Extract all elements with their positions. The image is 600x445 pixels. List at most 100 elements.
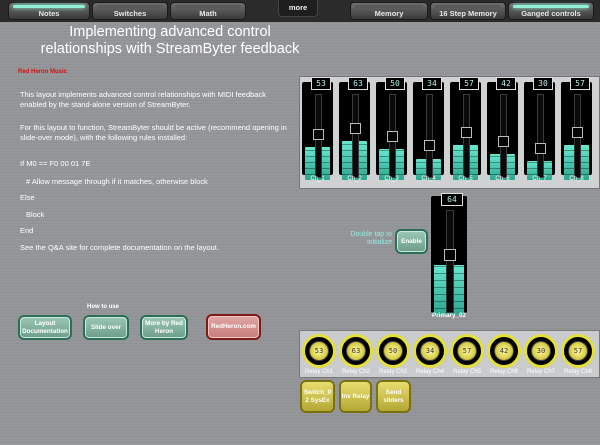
tab-led <box>435 5 501 8</box>
primary-fader[interactable]: 64 <box>431 193 467 318</box>
fader-slot <box>537 94 544 178</box>
more-tab[interactable]: more <box>278 0 318 17</box>
rule-line-else: Else <box>20 193 35 202</box>
fader-handle[interactable] <box>387 131 398 142</box>
button-label: More by Red Heron <box>145 320 183 335</box>
fader-label: Ch_7 <box>532 176 547 182</box>
fader-ch8[interactable]: 57 Ch_8 <box>561 77 592 183</box>
button-label: RedHeron.com <box>211 323 256 331</box>
fader-handle[interactable] <box>572 127 583 138</box>
knob-label: Relay Ch5 <box>452 369 481 375</box>
fader-handle[interactable] <box>461 127 472 138</box>
fader-value: 57 <box>570 77 590 90</box>
enable-button[interactable]: Enable <box>395 229 428 254</box>
knob-label: Relay Ch7 <box>526 369 555 375</box>
tab-notes[interactable]: Notes <box>8 2 90 20</box>
fader-label: Ch_8 <box>569 176 584 182</box>
knob-value: 63 <box>346 341 366 361</box>
fader-label: Ch_4 <box>421 176 436 182</box>
rule-line-block: Block <box>26 210 45 219</box>
more-by-red-heron-button[interactable]: More by Red Heron <box>140 315 188 340</box>
relay-knob-ch8[interactable]: 57 <box>561 334 595 368</box>
rule-line-end: End <box>20 226 34 235</box>
fader-value: 30 <box>533 77 553 90</box>
knob-value: 57 <box>457 341 477 361</box>
tab-label: Math <box>199 9 217 18</box>
fader-handle[interactable] <box>535 143 546 154</box>
button-label: Inv Relay <box>341 392 370 400</box>
fader-handle[interactable] <box>444 249 456 261</box>
fader-slot <box>426 94 433 178</box>
relay-knob-ch3[interactable]: 50 <box>376 334 410 368</box>
fader-value: 57 <box>459 77 479 90</box>
relay-knob-ch1[interactable]: 53 <box>302 334 336 368</box>
tab-label: 16 Step Memory <box>439 9 497 18</box>
fader-handle[interactable] <box>350 123 361 134</box>
fader-value: 64 <box>441 193 463 206</box>
double-tap-hint: Double tap to initialize <box>350 231 392 246</box>
fader-ch1[interactable]: 53 Ch_1 <box>302 77 333 183</box>
tab-led <box>175 5 241 8</box>
layout-documentation-button[interactable]: Layout Documentation <box>18 315 72 340</box>
knob-label: Relay Ch4 <box>415 369 444 375</box>
knob-value: 57 <box>568 341 588 361</box>
fader-label: Ch_2 <box>347 176 362 182</box>
knob-value: 42 <box>494 341 514 361</box>
fader-ch7[interactable]: 30 Ch_7 <box>524 77 555 183</box>
fader-value: 34 <box>422 77 442 90</box>
tab-led <box>13 5 85 8</box>
button-label: Enable <box>401 237 422 245</box>
brand-label: Red Heron Music <box>18 69 68 75</box>
tab-math[interactable]: Math <box>170 2 246 20</box>
button-label: Switch_0 2 SysEx <box>303 389 332 404</box>
tab-16-step-memory[interactable]: 16 Step Memory <box>430 2 506 20</box>
fader-label: Ch_1 <box>310 176 325 182</box>
relay-knob-ch5[interactable]: 57 <box>450 334 484 368</box>
knob-value: 50 <box>383 341 403 361</box>
fader-ch2[interactable]: 63 Ch_2 <box>339 77 370 183</box>
button-label: Send sliders <box>383 389 404 404</box>
fader-ch5[interactable]: 57 Ch_5 <box>450 77 481 183</box>
fader-ch3[interactable]: 50 Ch_3 <box>376 77 407 183</box>
tab-led <box>97 5 163 8</box>
fader-value: 42 <box>496 77 516 90</box>
documentation-note: See the Q&A site for complete documentat… <box>20 243 219 252</box>
knob-label: Relay Ch3 <box>378 369 407 375</box>
page-title: Implementing advanced control relationsh… <box>40 24 300 57</box>
relay-knob-ch6[interactable]: 42 <box>487 334 521 368</box>
knob-label: Relay Ch2 <box>341 369 370 375</box>
relay-knob-ch7[interactable]: 30 <box>524 334 558 368</box>
rule-line-if: If M0 == F0 00 01 7E <box>20 159 91 168</box>
tab-ganged-controls[interactable]: Ganged controls <box>508 2 594 20</box>
tab-label: Ganged controls <box>521 9 581 18</box>
fader-handle[interactable] <box>424 140 435 151</box>
fader-label: Ch_3 <box>384 176 399 182</box>
button-label: Layout Documentation <box>22 320 68 335</box>
tab-memory[interactable]: Memory <box>350 2 428 20</box>
relay-knob-ch2[interactable]: 63 <box>339 334 373 368</box>
send-sliders-button[interactable]: Send sliders <box>376 380 411 413</box>
tab-led <box>513 5 589 8</box>
fader-handle[interactable] <box>498 136 509 147</box>
intro-paragraph: This layout implements advanced control … <box>20 90 266 109</box>
inv-relay-button[interactable]: Inv Relay <box>339 380 372 413</box>
tab-led <box>355 5 423 8</box>
slide-over-button[interactable]: Slide over <box>83 315 129 340</box>
fader-ch4[interactable]: 34 Ch_4 <box>413 77 444 183</box>
switch-sysex-button[interactable]: Switch_0 2 SysEx <box>300 380 335 413</box>
primary-fader-label: Primary_02 <box>432 312 466 319</box>
knob-value: 30 <box>531 341 551 361</box>
tab-label: Switches <box>113 9 147 18</box>
relay-knob-ch4[interactable]: 34 <box>413 334 447 368</box>
fader-ch6[interactable]: 42 Ch_6 <box>487 77 518 183</box>
tab-bar: Notes Switches Math more Memory 16 Step … <box>0 0 600 22</box>
fader-handle[interactable] <box>313 129 324 140</box>
redheron-com-button[interactable]: RedHeron.com <box>206 314 261 340</box>
tab-switches[interactable]: Switches <box>92 2 168 20</box>
knob-label: Relay Ch1 <box>304 369 333 375</box>
knob-label: Relay Ch8 <box>563 369 592 375</box>
fader-value: 53 <box>311 77 331 90</box>
button-label: Slide over <box>90 323 122 331</box>
knob-label: Relay Ch6 <box>489 369 518 375</box>
fader-label: Ch_5 <box>458 176 473 182</box>
